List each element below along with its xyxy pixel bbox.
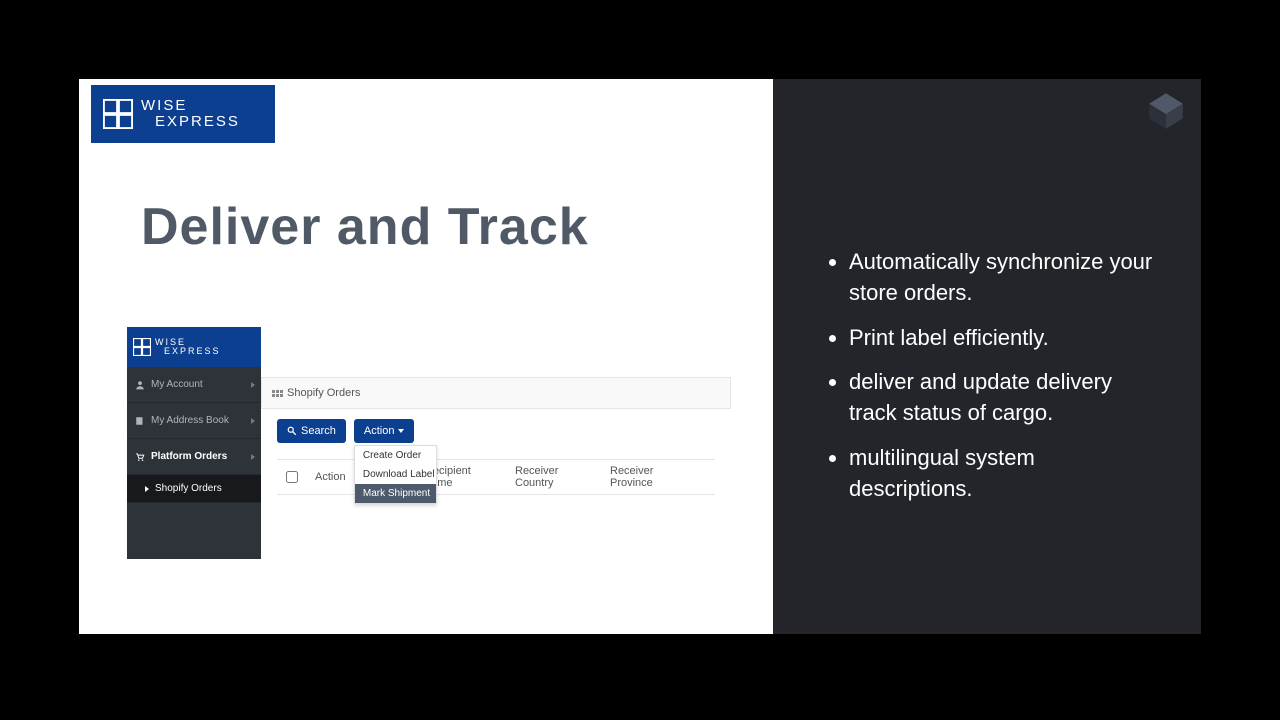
feature-item: deliver and update delivery track status… [849, 367, 1161, 429]
panel-header: Shopify Orders [261, 377, 731, 409]
slide-left: WISE EXPRESS Deliver and Track WISE EXPR… [79, 79, 773, 634]
brand-logo-icon [103, 99, 133, 129]
brand-line2: EXPRESS [155, 347, 221, 356]
sidebar-item-address[interactable]: My Address Book [127, 403, 261, 439]
action-dropdown[interactable]: Action Create Order Download Label Mark … [354, 419, 415, 443]
app-sidebar-brand: WISE EXPRESS [127, 327, 261, 367]
user-icon [135, 380, 145, 390]
slide-title: Deliver and Track [141, 197, 589, 257]
search-icon [287, 426, 297, 436]
col-receiver-province: Receiver Province [602, 465, 702, 489]
chevron-right-icon [251, 382, 255, 388]
app-main: Shopify Orders Search Action Create Orde… [261, 377, 731, 495]
nav-label: My Account [151, 379, 203, 390]
brand-text: WISE EXPRESS [141, 98, 240, 130]
brand-badge: WISE EXPRESS [91, 85, 275, 143]
orders-table-header: Action Recipient name Receiver Country R… [277, 459, 715, 495]
panel-title: Shopify Orders [287, 387, 360, 399]
action-menu: Create Order Download Label Mark Shipmen… [354, 445, 437, 504]
chevron-right-icon [251, 454, 255, 460]
brand-line2: EXPRESS [141, 114, 240, 130]
button-label: Search [301, 425, 336, 437]
nav-label: Shopify Orders [155, 483, 222, 494]
book-icon [135, 416, 145, 426]
toolbar: Search Action Create Order Download Labe… [261, 409, 731, 453]
feature-item: Print label efficiently. [849, 323, 1161, 354]
col-receiver-country: Receiver Country [507, 465, 602, 489]
caret-down-icon [398, 429, 404, 433]
search-button[interactable]: Search [277, 419, 346, 443]
feature-item: Automatically synchronize your store ord… [849, 247, 1161, 309]
menu-item-create-order[interactable]: Create Order [355, 446, 436, 465]
slide-right: Automatically synchronize your store ord… [773, 79, 1201, 634]
chevron-right-icon [251, 418, 255, 424]
sidebar-item-account[interactable]: My Account [127, 367, 261, 403]
brand-line1: WISE [141, 98, 240, 114]
select-all-checkbox[interactable] [286, 471, 298, 483]
action-button[interactable]: Action [354, 419, 415, 443]
nav-label: Platform Orders [151, 451, 227, 462]
sidebar-subitem-shopify-orders[interactable]: Shopify Orders [127, 475, 261, 503]
menu-item-download-label[interactable]: Download Label [355, 465, 436, 484]
select-all-cell[interactable] [277, 471, 307, 483]
cart-icon [135, 452, 145, 462]
app-sidebar: WISE EXPRESS My Account My Address Book … [127, 327, 261, 559]
nav-label: My Address Book [151, 415, 229, 426]
corner-logo-icon [1145, 89, 1187, 131]
app-screenshot: WISE EXPRESS My Account My Address Book … [127, 327, 730, 559]
sidebar-item-platform-orders[interactable]: Platform Orders [127, 439, 261, 475]
feature-item: multilingual system descriptions. [849, 443, 1161, 505]
grid-icon [272, 390, 283, 397]
brand-logo-icon [133, 338, 151, 356]
button-label: Action [364, 425, 395, 437]
menu-item-mark-shipment[interactable]: Mark Shipment [355, 484, 436, 503]
feature-list: Automatically synchronize your store ord… [829, 247, 1161, 519]
